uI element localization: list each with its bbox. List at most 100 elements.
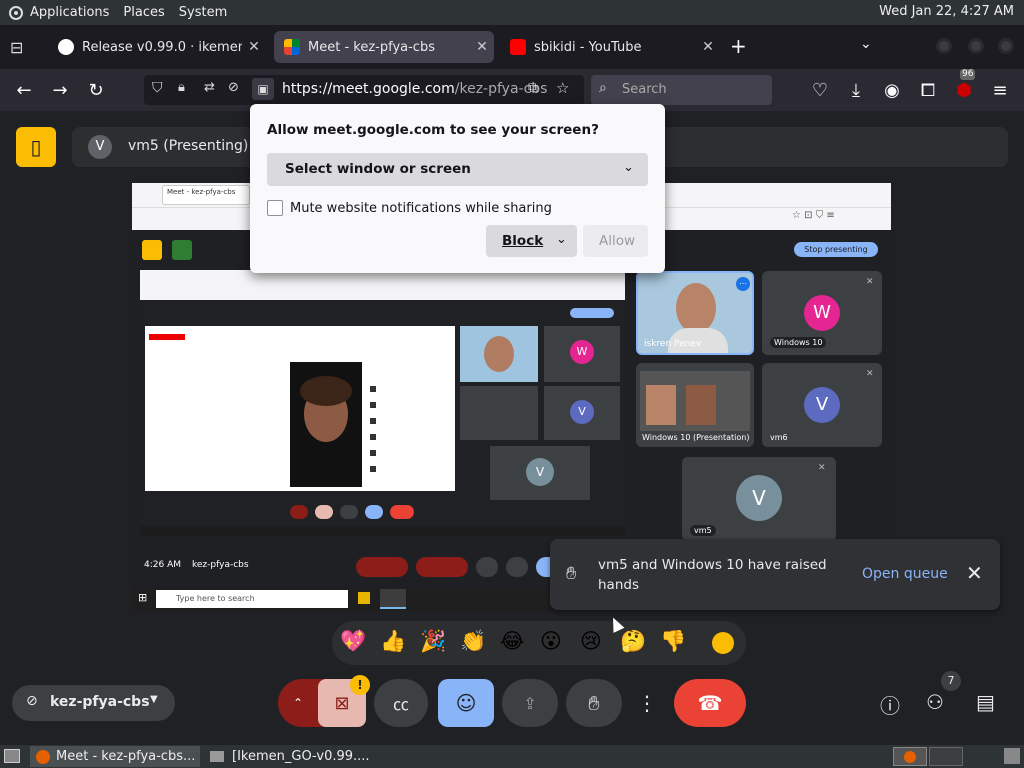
screen-share-icon[interactable]: ▣ xyxy=(252,78,274,100)
tab-github-release[interactable]: Release v0.99.0 · ikemen-er ✕ xyxy=(48,31,266,63)
reload-icon[interactable]: ↻ xyxy=(82,77,110,105)
reaction-joy[interactable]: 😂 xyxy=(500,629,525,653)
url-text[interactable]: https://meet.google.com/kez-pfya-cbs xyxy=(282,81,547,97)
minimize-window-icon[interactable] xyxy=(936,38,952,54)
forward-arrow-icon[interactable]: → xyxy=(46,77,74,105)
close-toast-icon[interactable]: ✕ xyxy=(966,561,983,585)
reaction-party-popper[interactable]: 🎉 xyxy=(420,629,446,654)
reaction-crying[interactable]: 😢 xyxy=(580,629,602,653)
search-input[interactable]: ⌕ Search xyxy=(591,75,772,105)
gnome-bottom-panel: Meet - kez-pfya-cbs... [Ikemen_GO-v0.99.… xyxy=(0,745,1024,768)
tile-avatar: W xyxy=(804,295,840,331)
block-options-chevron-icon[interactable]: ⌄ xyxy=(556,232,567,247)
browser-tab-bar: ⊟ Release v0.99.0 · ikemen-er ✕ Meet - k… xyxy=(0,25,1024,69)
share-screen-dialog: Allow meet.google.com to see your screen… xyxy=(250,104,665,273)
taskbar-item-label: Meet - kez-pfya-cbs... xyxy=(56,749,196,764)
chevron-down-icon[interactable]: ⌄ xyxy=(860,36,872,52)
reaction-thumbs-up[interactable]: 👍 xyxy=(380,629,406,654)
tile-name: iskren Penev xyxy=(644,339,702,349)
folder-icon xyxy=(210,751,224,762)
hamburger-menu-icon[interactable]: ≡ xyxy=(986,77,1014,105)
select-window-dropdown[interactable]: Select window or screen ⌄ xyxy=(267,153,648,186)
reactions-button[interactable]: ☺ xyxy=(438,679,494,727)
workspace-1[interactable] xyxy=(893,747,927,766)
meeting-code-pill[interactable]: ⊘ kez-pfya-cbs ▼ xyxy=(12,685,175,721)
camera-options-chevron-icon[interactable]: ⌃ xyxy=(278,696,318,710)
nested-windows-search: Type here to search xyxy=(156,590,348,608)
close-tab-icon[interactable]: ✕ xyxy=(470,39,494,55)
present-button[interactable]: ⇪ xyxy=(502,679,558,727)
mute-notifications-checkbox[interactable] xyxy=(267,200,283,216)
meeting-info-icon[interactable]: ⓘ xyxy=(880,690,900,719)
tile-windows-10: W Windows 10 ✕ xyxy=(762,271,882,355)
meet-activities-icon[interactable]: ▯ xyxy=(16,127,56,167)
panel-clock[interactable]: Wed Jan 22, 4:27 AM xyxy=(879,4,1014,19)
captions-icon: ㏄ xyxy=(392,695,409,714)
tile-iskren-penev: iskren Penev ⋯ xyxy=(636,271,754,355)
people-count-badge: 7 xyxy=(941,671,961,691)
people-icon[interactable]: ⚇ xyxy=(926,690,944,714)
account-icon[interactable]: ◉ xyxy=(878,77,906,105)
block-button[interactable]: Block ⌄ xyxy=(486,225,577,257)
extensions-icon[interactable]: ⧠ xyxy=(914,77,942,105)
open-queue-button[interactable]: Open queue xyxy=(862,566,948,582)
allow-button[interactable]: Allow xyxy=(583,225,648,257)
trash-icon[interactable] xyxy=(1004,748,1020,764)
bookmark-star-icon[interactable]: ☆ xyxy=(556,79,569,97)
leave-call-button[interactable]: ☎︎ xyxy=(674,679,746,727)
tile-name: Windows 10 (Presentation) xyxy=(642,433,750,442)
downloads-icon[interactable]: ⤓ xyxy=(842,77,870,105)
applications-menu[interactable]: Applications xyxy=(8,5,109,21)
places-menu-label: Places xyxy=(123,5,165,20)
taskbar-item-meet[interactable]: Meet - kez-pfya-cbs... xyxy=(30,746,200,767)
inner-youtube-window xyxy=(145,326,455,491)
more-options-button[interactable]: ⋮ xyxy=(632,679,662,727)
permissions-icon[interactable]: ⇄ xyxy=(204,80,215,95)
show-desktop-icon[interactable] xyxy=(4,749,20,763)
tab-youtube[interactable]: sbikidi - YouTube ✕ xyxy=(500,31,720,63)
gnome-top-panel: Applications Places System Wed Jan 22, 4… xyxy=(0,0,1024,25)
reaction-surprised[interactable]: 😮 xyxy=(540,629,562,653)
nested-tab: Meet - kez-pfya-cbs xyxy=(162,185,250,205)
tracking-shield-icon[interactable]: ⛉ xyxy=(152,80,163,96)
camera-blocked-icon[interactable]: ⊘ xyxy=(228,80,239,95)
reader-view-icon[interactable]: ⧉ xyxy=(528,80,538,96)
workspace-2[interactable] xyxy=(929,747,963,766)
block-label: Block xyxy=(502,233,544,249)
close-tab-icon[interactable]: ✕ xyxy=(696,39,720,55)
reaction-clapping[interactable]: 👏 xyxy=(460,629,486,654)
emoji-icon: ☺ xyxy=(455,691,477,715)
system-menu[interactable]: System xyxy=(179,5,227,20)
lock-icon[interactable]: 🔒︎ xyxy=(178,80,185,95)
tile-name: vm5 xyxy=(690,525,716,536)
tab-meet[interactable]: Meet - kez-pfya-cbs ✕ xyxy=(274,31,494,63)
captions-button[interactable]: ㏄ xyxy=(374,679,428,727)
tile-avatar: V xyxy=(804,387,840,423)
ublock-icon[interactable]: ⬢ 96 xyxy=(950,69,978,105)
places-menu[interactable]: Places xyxy=(123,5,164,20)
maximize-window-icon[interactable] xyxy=(968,38,984,54)
raise-hand-button[interactable]: ✋︎ xyxy=(566,679,622,727)
reaction-thumbs-down[interactable]: 👎 xyxy=(660,629,686,654)
new-tab-icon[interactable]: + xyxy=(730,34,747,58)
tile-more-icon: ⋯ xyxy=(736,277,750,291)
chat-icon[interactable]: ▤ xyxy=(976,690,995,714)
reaction-thinking[interactable]: 🤔 xyxy=(620,629,646,654)
close-window-icon[interactable] xyxy=(998,38,1014,54)
nested-meeting-code: kez-pfya-cbs xyxy=(192,560,249,570)
url-bar[interactable]: ⛉ 🔒︎ ⇄ ⊘ ▣ https://meet.google.com/kez-p… xyxy=(144,75,584,105)
skin-tone-icon[interactable] xyxy=(712,632,734,654)
taskbar-item-ikemen-folder[interactable]: [Ikemen_GO-v0.99.... xyxy=(204,746,394,767)
search-icon: ⌕ xyxy=(599,80,607,96)
tile-name: vm6 xyxy=(770,433,788,442)
close-tab-icon[interactable]: ✕ xyxy=(242,39,266,55)
system-menu-label: System xyxy=(178,5,228,20)
select-window-label: Select window or screen xyxy=(285,161,471,177)
back-arrow-icon[interactable]: ← xyxy=(10,77,38,105)
gnome-foot-icon xyxy=(9,5,23,20)
reaction-sparkling-heart[interactable]: 💖 xyxy=(340,629,366,654)
chevron-down-icon: ⌄ xyxy=(623,160,634,175)
pocket-icon[interactable]: ♡ xyxy=(806,77,834,105)
tab-list-icon[interactable]: ⊟ xyxy=(10,38,23,57)
tile-vm5: V vm5 ✕ xyxy=(682,457,836,541)
